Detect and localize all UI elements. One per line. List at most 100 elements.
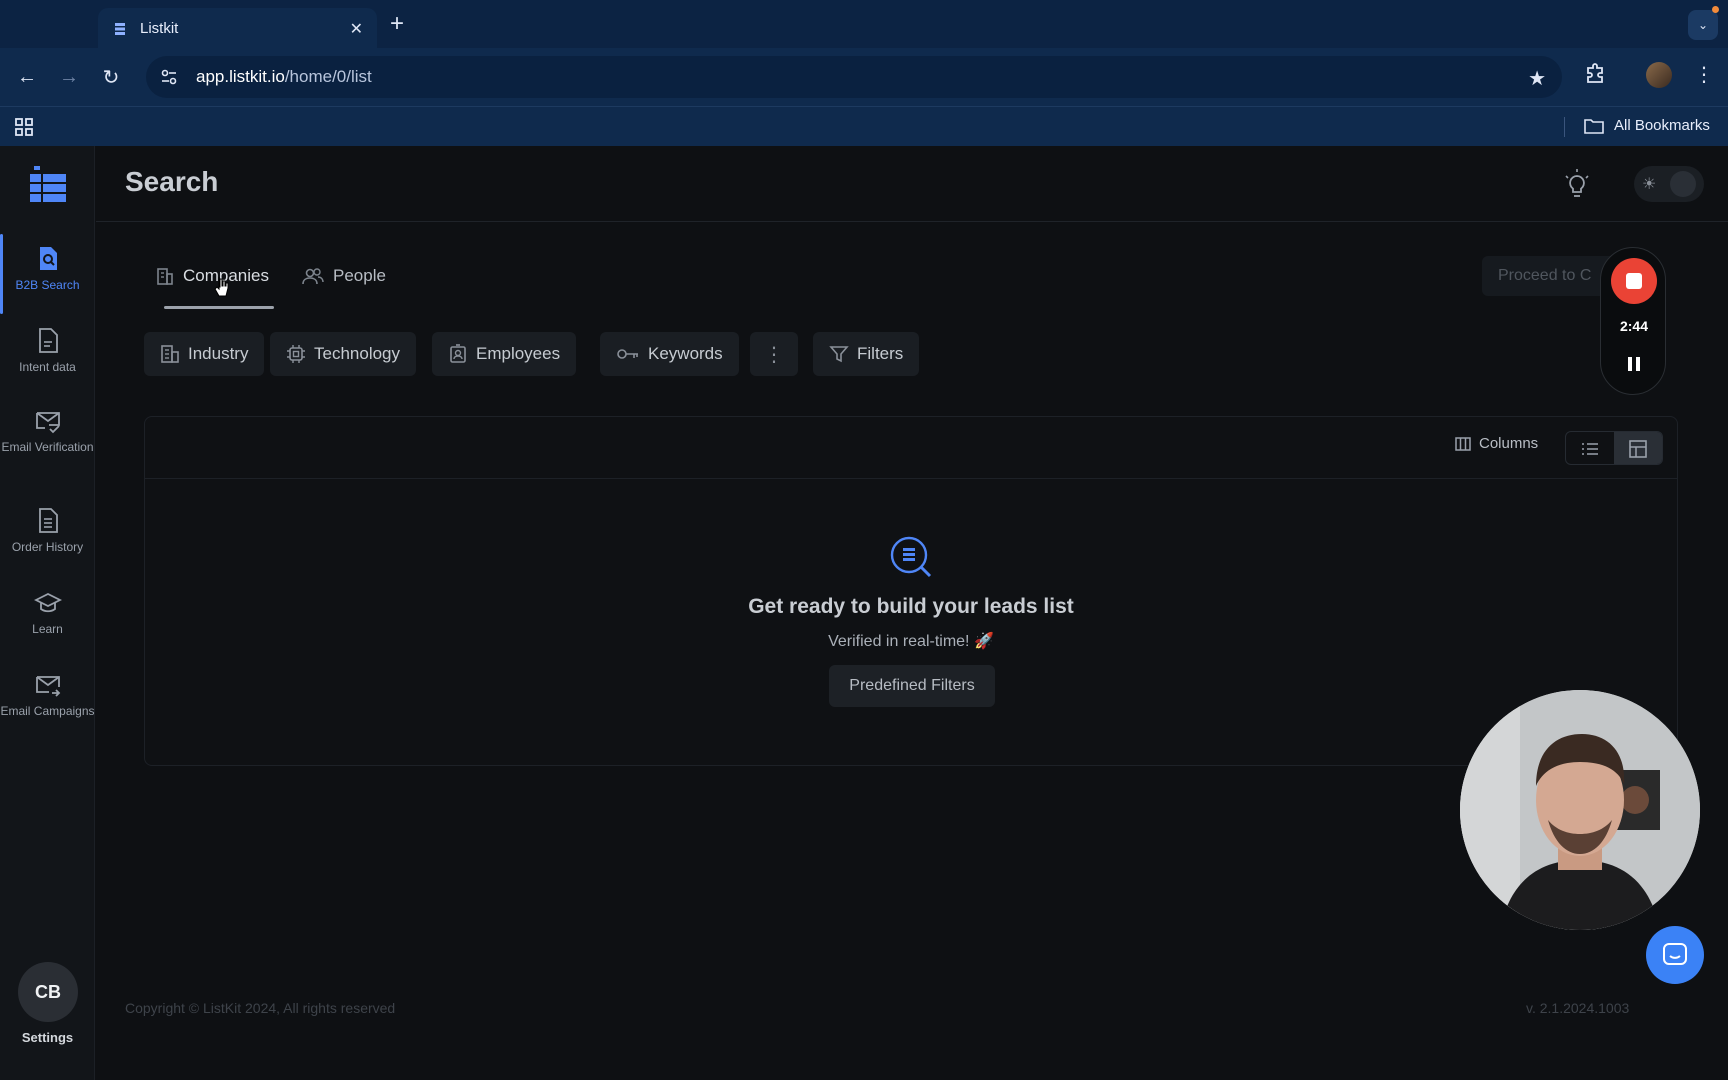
columns-button[interactable]: Columns xyxy=(1455,435,1538,452)
search-doc-icon xyxy=(39,247,57,270)
back-arrow-icon[interactable]: ← xyxy=(12,62,42,92)
sidebar-item-email-verification[interactable]: Email Verification xyxy=(0,410,95,454)
employees-filter-button[interactable]: Employees xyxy=(432,332,577,376)
copyright-text: Copyright © ListKit 2024, All rights res… xyxy=(125,1000,396,1016)
new-tab-icon[interactable]: + xyxy=(390,10,404,38)
notification-dot xyxy=(1712,6,1719,13)
url-host: app.listkit.io xyxy=(196,67,285,86)
browser-chrome: Listkit ✕ + ⌄ ← → ↻ app.listkit.io/home/… xyxy=(0,0,1728,146)
sidebar-item-label: Email Campaigns xyxy=(0,704,95,718)
bookmarks-bar: All Bookmarks xyxy=(0,106,1728,146)
apps-grid-icon[interactable] xyxy=(14,117,34,137)
technology-filter-button[interactable]: Technology xyxy=(270,332,417,376)
building-icon xyxy=(157,268,173,285)
version-text: v. 2.1.2024.1003 xyxy=(1526,1000,1630,1016)
view-toggle xyxy=(1565,431,1663,465)
stop-icon xyxy=(1626,273,1642,289)
mail-send-icon xyxy=(35,676,60,697)
tab-strip: Listkit ✕ + ⌄ xyxy=(0,0,1728,49)
page-header: Search ☀ xyxy=(96,146,1728,222)
page-title: Search xyxy=(125,166,219,197)
reload-icon[interactable]: ↻ xyxy=(96,62,126,92)
chat-support-button[interactable] xyxy=(1646,926,1704,984)
address-bar[interactable]: app.listkit.io/home/0/list ★ xyxy=(146,56,1562,98)
graduation-cap-icon xyxy=(33,592,62,613)
webcam-bubble xyxy=(1460,690,1700,930)
employees-filter-label: Employees xyxy=(476,344,561,363)
industry-filter-button[interactable]: Industry xyxy=(144,332,265,376)
columns-icon xyxy=(1455,436,1471,451)
browser-menu-icon[interactable]: ⋮ xyxy=(1694,62,1714,87)
recording-timer: 2:44 xyxy=(1619,318,1649,334)
tab-search-chevron-icon[interactable]: ⌄ xyxy=(1688,10,1718,40)
technology-filter-label: Technology xyxy=(314,344,401,363)
industry-filter-label: Industry xyxy=(188,344,249,363)
funnel-icon xyxy=(829,346,849,363)
sidebar-item-intent-data[interactable]: Intent data xyxy=(0,328,95,374)
active-tab-indicator xyxy=(164,306,274,309)
chat-icon xyxy=(1663,943,1687,965)
sidebar: B2B Search Intent data Email Verificatio… xyxy=(0,146,95,1080)
empty-state-title: Get ready to build your leads list xyxy=(748,595,1074,618)
presenter-video xyxy=(1460,690,1700,930)
url-path: /home/0/list xyxy=(284,67,372,86)
theme-toggle[interactable]: ☀ xyxy=(1634,166,1704,202)
empty-state-subtitle: Verified in real-time! 🚀 xyxy=(828,633,994,650)
table-view-icon[interactable] xyxy=(1614,432,1662,464)
list-view-icon[interactable] xyxy=(1566,432,1614,464)
sidebar-item-learn[interactable]: Learn xyxy=(0,592,95,636)
building-icon xyxy=(161,345,179,363)
keywords-filter-button[interactable]: Keywords xyxy=(600,332,739,376)
mouse-cursor-icon xyxy=(214,277,229,297)
bookmark-star-icon[interactable]: ★ xyxy=(1528,66,1546,91)
site-settings-icon[interactable] xyxy=(160,68,178,86)
sidebar-item-order-history[interactable]: Order History xyxy=(0,508,95,554)
more-vertical-icon: ⋮ xyxy=(764,343,784,366)
sidebar-item-email-campaigns[interactable]: Email Campaigns xyxy=(0,674,95,718)
extensions-icon[interactable] xyxy=(1584,62,1606,90)
sidebar-item-label: Learn xyxy=(32,622,63,636)
all-bookmarks-label: All Bookmarks xyxy=(1614,117,1710,134)
more-filters-button[interactable]: ⋮ xyxy=(750,332,798,376)
filters-label: Filters xyxy=(857,344,904,363)
bookmarks-divider xyxy=(1564,117,1565,137)
listkit-logo-icon[interactable] xyxy=(30,166,66,206)
tab-people[interactable]: People xyxy=(302,266,386,286)
forward-arrow-icon[interactable]: → xyxy=(54,62,84,92)
search-list-icon xyxy=(890,536,932,578)
sidebar-item-label: Intent data xyxy=(19,360,76,374)
sidebar-item-label: Email Verification xyxy=(1,440,94,454)
browser-toolbar: ← → ↻ app.listkit.io/home/0/list ★ ⋮ xyxy=(0,48,1728,106)
tab-people-label: People xyxy=(333,266,386,285)
sidebar-item-b2b-search[interactable]: B2B Search xyxy=(0,234,95,314)
user-avatar[interactable]: CB xyxy=(18,962,78,1022)
chip-icon xyxy=(287,345,305,363)
sidebar-item-label: Order History xyxy=(11,540,84,554)
pause-icon[interactable] xyxy=(1624,354,1644,374)
key-icon xyxy=(617,349,638,359)
filters-button[interactable]: Filters xyxy=(813,332,920,376)
list-doc-icon xyxy=(38,508,58,533)
stop-recording-button[interactable] xyxy=(1611,258,1657,304)
main-content: Search ☀ Companies People Proceed to C I… xyxy=(96,146,1728,1080)
sun-icon: ☀ xyxy=(1642,176,1657,193)
tab-title: Listkit xyxy=(140,20,179,37)
settings-link[interactable]: Settings xyxy=(0,1030,95,1045)
all-bookmarks[interactable]: All Bookmarks xyxy=(1584,117,1710,134)
people-icon xyxy=(302,268,324,285)
tab-close-icon[interactable]: ✕ xyxy=(350,19,363,39)
results-panel: Columns Get ready to build your leads li… xyxy=(144,416,1678,766)
lightbulb-icon[interactable] xyxy=(1562,168,1592,202)
folder-icon xyxy=(1584,118,1604,134)
listkit-favicon-icon xyxy=(115,22,125,35)
predefined-filters-button[interactable]: Predefined Filters xyxy=(829,665,995,707)
keywords-filter-label: Keywords xyxy=(648,344,723,363)
tab-companies[interactable]: Companies xyxy=(156,266,269,286)
sidebar-item-label: B2B Search xyxy=(15,278,80,292)
moon-icon xyxy=(1670,171,1696,197)
browser-tab-listkit[interactable]: Listkit ✕ xyxy=(98,8,377,49)
screen-recorder-controls: 2:44 xyxy=(1600,247,1666,395)
profile-avatar[interactable] xyxy=(1646,62,1672,88)
columns-label: Columns xyxy=(1479,435,1539,452)
results-toolbar: Columns xyxy=(145,417,1677,479)
